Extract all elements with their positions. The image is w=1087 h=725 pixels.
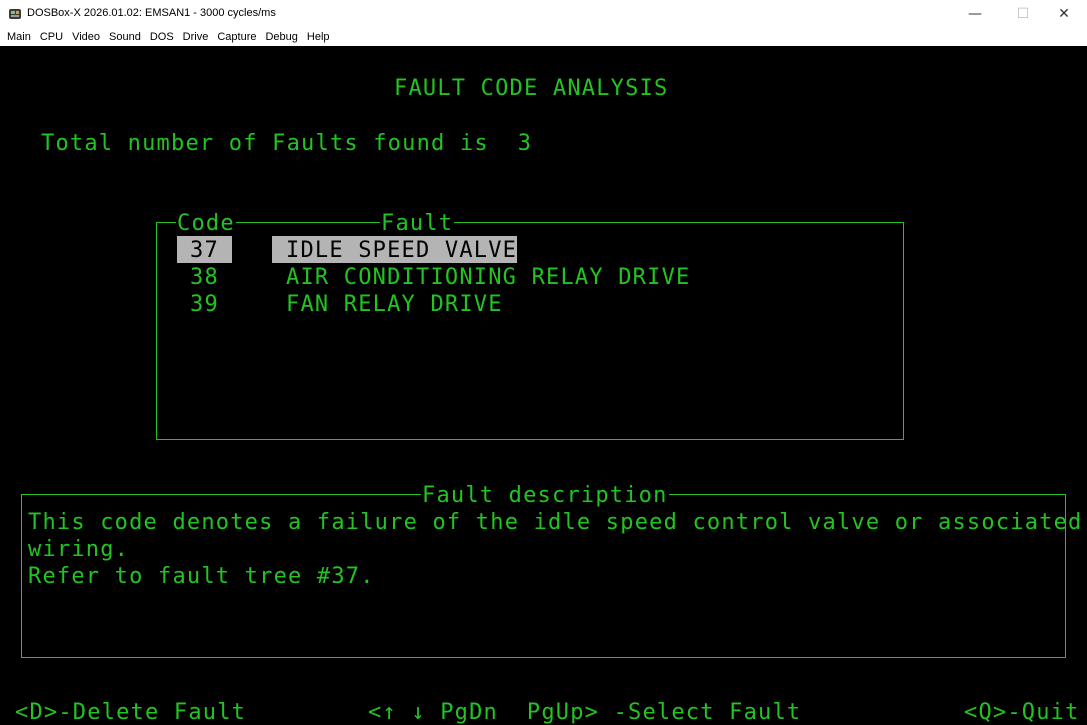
- window-title: DOSBox-X 2026.01.02: EMSAN1 - 3000 cycle…: [27, 7, 276, 19]
- fault-row-code[interactable]: 37: [190, 237, 219, 264]
- menu-video[interactable]: Video: [72, 31, 100, 43]
- dosbox-app-icon: [9, 9, 21, 19]
- minimize-icon: —: [968, 6, 982, 22]
- description-line: Refer to fault tree #37.: [28, 564, 375, 589]
- close-icon: ✕: [1058, 6, 1070, 22]
- fault-row-name[interactable]: FAN RELAY DRIVE: [286, 291, 503, 318]
- fault-row-code[interactable]: 39: [190, 291, 219, 318]
- column-header-fault: Fault: [380, 210, 455, 237]
- delete-fault-hint: <D>-Delete Fault: [15, 700, 247, 725]
- menu-bar: Main CPU Video Sound DOS Drive Capture D…: [0, 28, 1087, 46]
- page-title: FAULT CODE ANALYSIS: [394, 76, 669, 101]
- menu-cpu[interactable]: CPU: [40, 31, 63, 43]
- title-bar: DOSBox-X 2026.01.02: EMSAN1 - 3000 cycle…: [0, 0, 1087, 28]
- dos-screen[interactable]: FAULT CODE ANALYSIS Total number of Faul…: [0, 46, 1087, 725]
- fault-row-name[interactable]: AIR CONDITIONING RELAY DRIVE: [286, 264, 690, 291]
- description-line: wiring.: [28, 537, 130, 562]
- fault-description-title: Fault description: [421, 482, 669, 509]
- menu-main[interactable]: Main: [7, 31, 31, 43]
- menu-debug[interactable]: Debug: [265, 31, 297, 43]
- select-fault-hint: <↑ ↓ PgDn PgUp> -Select Fault: [368, 700, 802, 725]
- menu-sound[interactable]: Sound: [109, 31, 141, 43]
- menu-help[interactable]: Help: [307, 31, 330, 43]
- maximize-button[interactable]: ☐: [1000, 0, 1046, 28]
- menu-capture[interactable]: Capture: [217, 31, 256, 43]
- menu-dos[interactable]: DOS: [150, 31, 174, 43]
- minimize-button[interactable]: —: [952, 0, 998, 28]
- menu-drive[interactable]: Drive: [183, 31, 209, 43]
- description-line: This code denotes a failure of the idle …: [28, 510, 1083, 535]
- column-header-code: Code: [176, 210, 236, 237]
- total-faults-text: Total number of Faults found is 3: [41, 131, 533, 156]
- fault-row-code[interactable]: 38: [190, 264, 219, 291]
- fault-row-name[interactable]: IDLE SPEED VALVE: [286, 237, 517, 264]
- maximize-icon: ☐: [1016, 6, 1030, 22]
- close-button[interactable]: ✕: [1041, 0, 1087, 28]
- fault-list-box: [156, 222, 904, 440]
- quit-hint: <Q>-Quit: [964, 700, 1080, 725]
